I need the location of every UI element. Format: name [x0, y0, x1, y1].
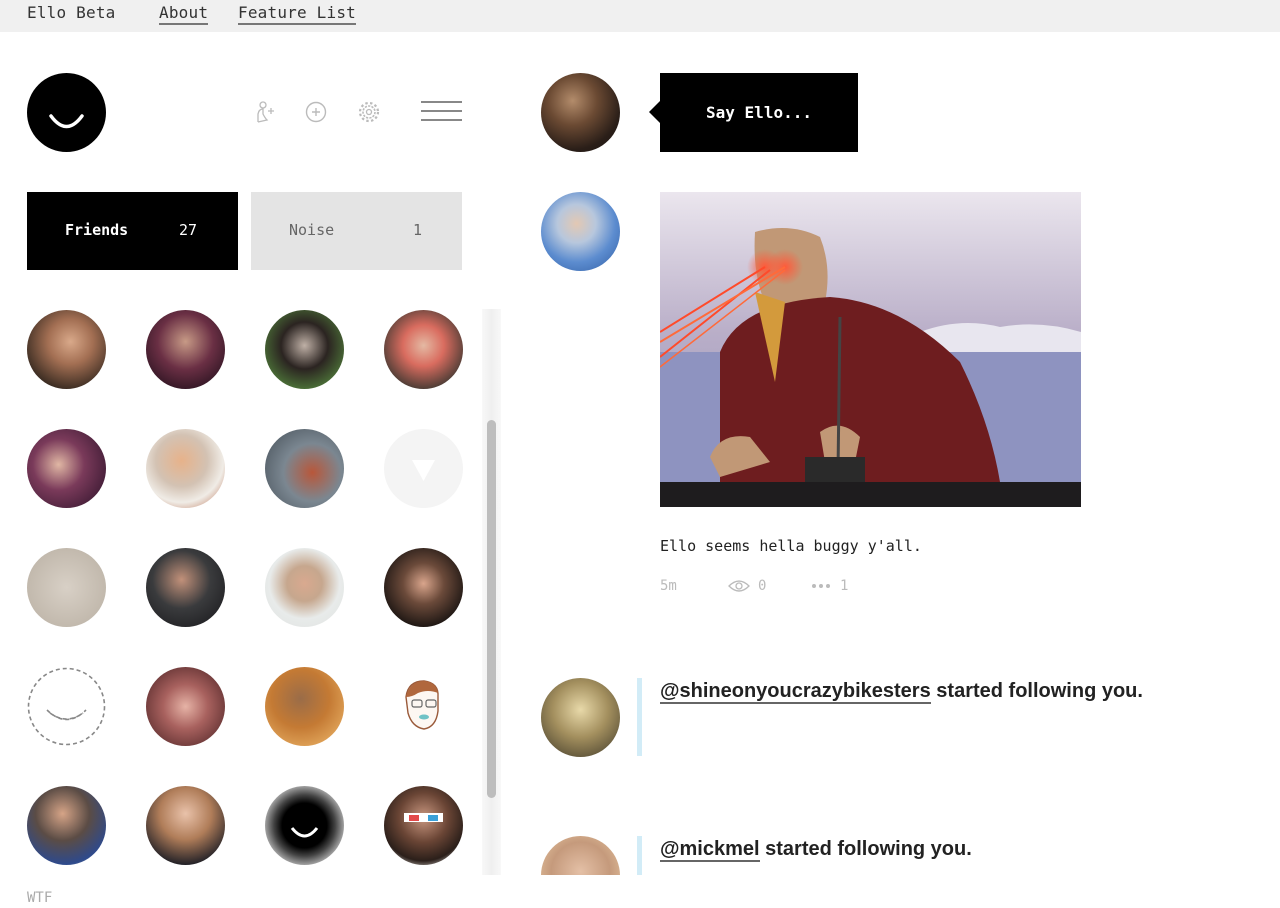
dashed-smile-icon — [27, 667, 106, 746]
gear-icon[interactable] — [356, 99, 382, 125]
tab-noise-count: 1 — [413, 221, 423, 239]
friend-avatar[interactable] — [384, 786, 463, 865]
friend-avatar[interactable] — [27, 429, 106, 508]
friend-avatar[interactable] — [146, 310, 225, 389]
top-bar: Ello Beta About Feature List — [0, 0, 1280, 32]
post-comments[interactable]: 1 — [810, 578, 848, 594]
friend-avatar[interactable] — [265, 667, 344, 746]
notification-user-link[interactable]: @mickmel — [660, 838, 760, 862]
notification-divider — [637, 678, 642, 756]
friend-avatar[interactable] — [265, 310, 344, 389]
triangle-icon — [412, 460, 435, 481]
friend-avatar[interactable] — [265, 429, 344, 508]
ellipsis-icon — [812, 584, 830, 588]
brand-label: Ello Beta — [27, 3, 116, 22]
notification-item: @mickmel started following you. — [660, 838, 972, 862]
friend-avatar[interactable] — [384, 548, 463, 627]
friend-avatar[interactable] — [146, 429, 225, 508]
stream-clip: @mickmel started following you. — [520, 820, 1280, 875]
friend-avatar[interactable] — [146, 548, 225, 627]
notification-action: started following you. — [765, 838, 972, 860]
default-avatar[interactable] — [384, 429, 463, 508]
post-views[interactable]: 0 — [728, 578, 766, 594]
friends-scrollbar-thumb[interactable] — [487, 420, 496, 798]
tab-noise-label: Noise — [289, 221, 335, 239]
notification-user-link[interactable]: @shineonyoucrazybikesters — [660, 680, 931, 704]
notification-item: @shineonyoucrazybikesters started follow… — [660, 680, 1143, 704]
eye-icon — [728, 580, 750, 592]
default-avatar[interactable] — [27, 667, 106, 746]
tab-noise[interactable]: Noise 1 — [251, 192, 462, 270]
friends-grid — [27, 310, 467, 875]
notification-avatar[interactable] — [541, 836, 620, 875]
friend-avatar[interactable] — [27, 548, 106, 627]
wtf-link[interactable]: WTF — [27, 890, 52, 906]
notification-divider — [637, 836, 642, 875]
notification-action: started following you. — [936, 680, 1143, 702]
friend-avatar[interactable] — [265, 548, 344, 627]
smile-icon — [49, 114, 84, 129]
ello-logo[interactable] — [27, 73, 106, 152]
post-author-avatar[interactable] — [541, 192, 620, 271]
about-link[interactable]: About — [159, 3, 209, 25]
friend-avatar[interactable] — [146, 667, 225, 746]
hamburger-menu-icon[interactable] — [421, 101, 462, 123]
friend-avatar[interactable] — [27, 310, 106, 389]
friend-avatar[interactable] — [384, 667, 463, 746]
tab-friends[interactable]: Friends 27 — [27, 192, 238, 270]
notification-avatar[interactable] — [541, 678, 620, 757]
views-count: 0 — [758, 578, 767, 594]
friend-avatar[interactable] — [384, 310, 463, 389]
feature-list-link[interactable]: Feature List — [238, 3, 356, 25]
post-body: Ello seems hella buggy y'all. — [660, 537, 922, 555]
post-timestamp[interactable]: 5m — [660, 578, 677, 594]
say-ello-composer[interactable]: Say Ello... — [649, 73, 858, 152]
friend-avatar[interactable] — [146, 786, 225, 865]
3d-glasses — [404, 813, 443, 822]
friend-avatar[interactable] — [27, 786, 106, 865]
current-user-avatar[interactable] — [541, 73, 620, 152]
post-image[interactable] — [660, 192, 1081, 507]
timestamp-label: 5m — [660, 578, 677, 594]
smile-icon — [290, 827, 319, 838]
friend-avatar[interactable] — [265, 786, 344, 865]
add-post-icon[interactable] — [303, 99, 329, 125]
tab-friends-count: 27 — [179, 221, 198, 239]
comments-count: 1 — [840, 578, 849, 594]
invite-user-icon[interactable] — [252, 99, 278, 125]
tab-friends-label: Friends — [65, 221, 129, 239]
